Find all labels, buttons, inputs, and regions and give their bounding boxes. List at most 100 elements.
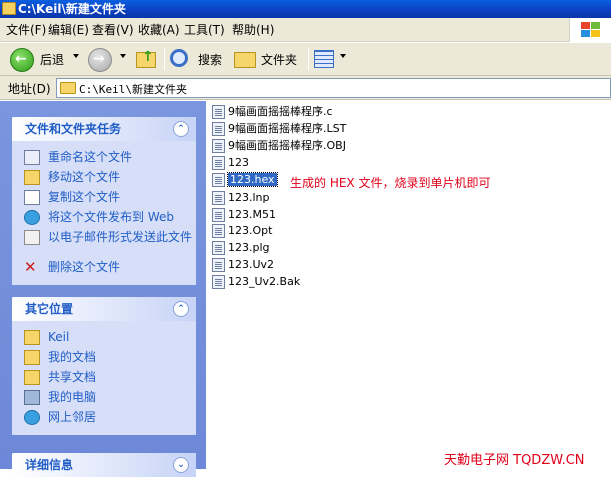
- list-item[interactable]: 9幅画面摇摇棒程序.LST: [212, 121, 346, 137]
- place-my-computer[interactable]: 我的电脑: [24, 389, 196, 409]
- folder-icon: [2, 2, 16, 15]
- list-item[interactable]: 123.Uv2: [212, 257, 274, 273]
- views-dropdown-icon[interactable]: [340, 54, 346, 58]
- up-arrow-glyph: ↑: [142, 49, 154, 65]
- file-icon: [212, 275, 225, 289]
- file-name: 123.M51: [228, 208, 276, 221]
- task-rename[interactable]: 重命名这个文件: [24, 149, 196, 169]
- menu-edit[interactable]: 编辑(E): [48, 22, 89, 38]
- menu-view[interactable]: 查看(V): [92, 22, 134, 38]
- list-item-selected[interactable]: 123.hex: [212, 172, 278, 188]
- toolbar-separator: [164, 48, 165, 70]
- file-name: 123.Opt: [228, 224, 273, 237]
- list-item[interactable]: 9幅画面摇摇棒程序.OBJ: [212, 138, 346, 154]
- list-item[interactable]: 123.lnp: [212, 190, 270, 206]
- expand-icon[interactable]: ⌄: [173, 457, 189, 473]
- up-folder-button[interactable]: ↑: [134, 47, 160, 73]
- file-icon: [212, 241, 225, 255]
- address-bar: 地址(D) C:\Keil\新建文件夹: [0, 76, 611, 100]
- shared-folder-icon: [24, 370, 40, 385]
- task-label: 将这个文件发布到 Web: [48, 210, 174, 224]
- details-panel: 详细信息 ⌄: [12, 453, 196, 477]
- list-item[interactable]: 123.M51: [212, 207, 276, 223]
- place-label: 共享文档: [48, 370, 97, 384]
- watermark: 天勤电子网 TQDZW.CN: [444, 453, 585, 468]
- copy-icon: [24, 190, 40, 205]
- file-name: 123.lnp: [228, 191, 270, 204]
- file-name: 123: [228, 156, 249, 169]
- other-places-panel: 其它位置 ⌃ Keil 我的文档 共享文档 我的电脑 网上邻居: [12, 297, 196, 435]
- file-list: 9幅画面摇摇棒程序.c 9幅画面摇摇棒程序.LST 9幅画面摇摇棒程序.OBJ …: [206, 101, 611, 469]
- uv2-project-icon: [212, 258, 225, 272]
- right-arrow-glyph: →: [93, 51, 105, 67]
- panel-title: 文件和文件夹任务: [25, 122, 122, 136]
- task-move[interactable]: 移动这个文件: [24, 169, 196, 189]
- envelope-icon: [24, 230, 40, 245]
- place-shared-documents[interactable]: 共享文档: [24, 369, 196, 389]
- file-name: 9幅画面摇摇棒程序.OBJ: [228, 139, 346, 152]
- task-label: 移动这个文件: [48, 170, 121, 184]
- menu-help[interactable]: 帮助(H): [232, 22, 274, 38]
- back-button[interactable]: ← 后退: [10, 47, 80, 73]
- search-button[interactable]: 搜索: [170, 47, 226, 73]
- search-icon: [170, 49, 188, 67]
- file-icon: [212, 156, 225, 170]
- collapse-icon[interactable]: ⌃: [173, 301, 189, 317]
- list-item[interactable]: 123_Uv2.Bak: [212, 274, 300, 290]
- forward-button[interactable]: →: [88, 47, 118, 73]
- folder-icon: [60, 82, 76, 94]
- task-label: 复制这个文件: [48, 190, 121, 204]
- move-icon: [24, 170, 40, 185]
- folder-icon: [24, 330, 40, 345]
- menu-favorites[interactable]: 收藏(A): [138, 22, 180, 38]
- folders-icon: [234, 52, 256, 68]
- views-button[interactable]: [314, 47, 350, 73]
- panel-header[interactable]: 文件和文件夹任务 ⌃: [12, 117, 196, 141]
- task-email[interactable]: 以电子邮件形式发送此文件: [24, 229, 196, 259]
- file-tasks-panel: 文件和文件夹任务 ⌃ 重命名这个文件 移动这个文件 复制这个文件 将这个文件发布…: [12, 117, 196, 285]
- list-item[interactable]: 123.plg: [212, 240, 270, 256]
- back-dropdown-icon[interactable]: [73, 54, 79, 58]
- place-label: 我的文档: [48, 350, 97, 364]
- computer-icon: [24, 390, 40, 405]
- windows-logo-icon: [581, 22, 601, 38]
- left-arrow-glyph: ←: [15, 51, 27, 67]
- file-icon: [212, 139, 225, 153]
- task-publish-web[interactable]: 将这个文件发布到 Web: [24, 209, 196, 229]
- place-keil[interactable]: Keil: [24, 329, 196, 349]
- menu-tools[interactable]: 工具(T): [184, 22, 225, 38]
- views-icon: [314, 50, 334, 68]
- forward-dropdown-icon[interactable]: [120, 54, 126, 58]
- collapse-icon[interactable]: ⌃: [173, 121, 189, 137]
- list-item[interactable]: 123: [212, 155, 249, 171]
- address-field[interactable]: C:\Keil\新建文件夹: [56, 78, 611, 98]
- place-network[interactable]: 网上邻居: [24, 409, 196, 429]
- menu-file[interactable]: 文件(F): [6, 22, 46, 38]
- task-copy[interactable]: 复制这个文件: [24, 189, 196, 209]
- toolbar: ← 后退 → ↑ 搜索 文件夹: [0, 43, 611, 76]
- file-name: 123.Uv2: [228, 258, 275, 271]
- file-icon: [212, 122, 225, 136]
- delete-x-icon: ✕: [24, 258, 37, 276]
- title-bar: C:\Keil\新建文件夹: [0, 0, 611, 18]
- network-icon: [24, 410, 40, 425]
- rename-icon: [24, 150, 40, 165]
- address-label: 地址(D): [8, 82, 51, 96]
- place-label: 我的电脑: [48, 390, 97, 404]
- folders-button[interactable]: 文件夹: [234, 47, 304, 73]
- list-item[interactable]: 9幅画面摇摇棒程序.c: [212, 104, 333, 120]
- hex-file-icon: [212, 173, 225, 187]
- address-value: C:\Keil\新建文件夹: [79, 83, 187, 96]
- file-name: 9幅画面摇摇棒程序.c: [228, 105, 333, 118]
- file-icon: [212, 224, 225, 238]
- my-documents-icon: [24, 350, 40, 365]
- file-icon: [212, 191, 225, 205]
- list-item[interactable]: 123.Opt: [212, 223, 272, 239]
- task-delete[interactable]: ✕ 删除这个文件: [24, 259, 196, 279]
- place-label: 网上邻居: [48, 410, 97, 424]
- search-label: 搜索: [198, 53, 223, 67]
- place-my-documents[interactable]: 我的文档: [24, 349, 196, 369]
- file-icon: [212, 208, 225, 222]
- panel-header[interactable]: 详细信息 ⌄: [12, 453, 196, 477]
- panel-header[interactable]: 其它位置 ⌃: [12, 297, 196, 321]
